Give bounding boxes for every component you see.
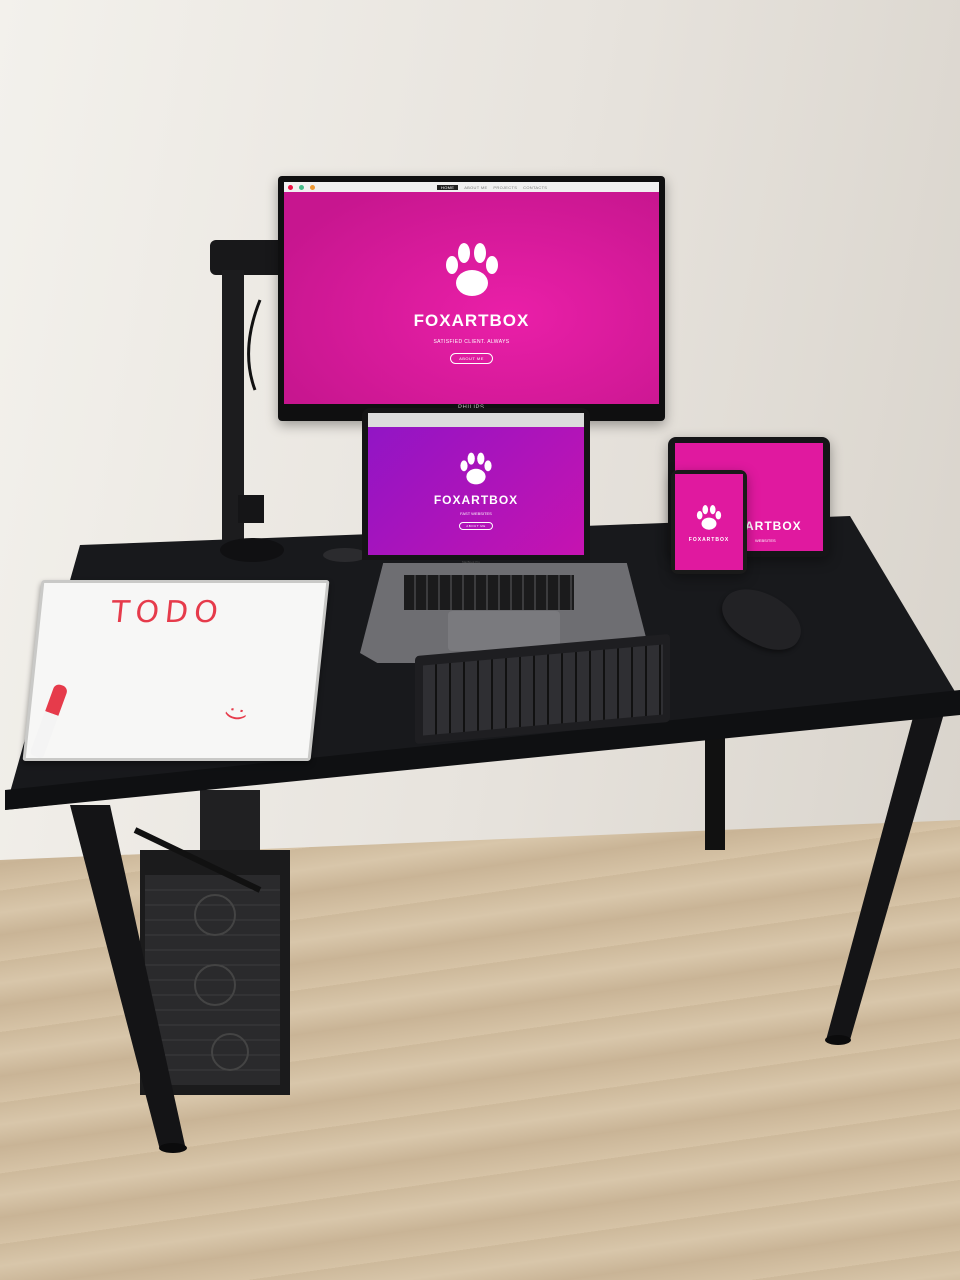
laptop-site-brand: FOXARTBOX: [433, 492, 519, 507]
phone-screen[interactable]: FOXARTBOX: [675, 474, 743, 570]
nav-contacts[interactable]: CONTACTS: [523, 185, 547, 190]
paw-icon: [696, 504, 722, 530]
tablet-site-tagline: WEBSITES: [755, 538, 776, 543]
whiteboard-title: TODO: [109, 595, 226, 630]
laptop-about-me-button[interactable]: ABOUT ME: [459, 521, 493, 530]
phone: FOXARTBOX: [671, 470, 747, 574]
monitor-screen[interactable]: HOME ABOUT ME PROJECTS CONTACTS FOXARTBO…: [284, 182, 659, 404]
monitor: HOME ABOUT ME PROJECTS CONTACTS FOXARTBO…: [278, 176, 665, 421]
browser-tabbar: HOME ABOUT ME PROJECTS CONTACTS: [284, 182, 659, 192]
laptop: FOXARTBOX FAST WEBSITES ABOUT ME MacBook…: [360, 408, 650, 663]
laptop-lid: FOXARTBOX FAST WEBSITES ABOUT ME: [362, 408, 590, 560]
phone-site-brand: FOXARTBOX: [688, 536, 730, 543]
nav-home[interactable]: HOME: [437, 184, 459, 190]
paw-icon: [460, 452, 492, 484]
laptop-screen[interactable]: FOXARTBOX FAST WEBSITES ABOUT ME: [368, 413, 584, 555]
tablet-site-brand: ARTBOX: [745, 519, 802, 533]
site-brand: FOXARTBOX: [413, 310, 530, 330]
whiteboard-smile: :): [223, 705, 252, 723]
whiteboard: TODO :): [22, 580, 330, 761]
nav-about-me[interactable]: ABOUT ME: [464, 185, 487, 190]
nav-projects[interactable]: PROJECTS: [493, 185, 517, 190]
laptop-keyboard[interactable]: [404, 575, 574, 610]
keyboard-keys[interactable]: [423, 644, 663, 736]
laptop-site-tagline: FAST WEBSITES: [460, 510, 492, 516]
site-tagline: SATISFIED CLIENT. ALWAYS: [433, 338, 510, 345]
about-me-button[interactable]: ABOUT ME: [450, 352, 493, 364]
paw-icon: [445, 242, 498, 296]
laptop-tabbar: [368, 413, 584, 427]
